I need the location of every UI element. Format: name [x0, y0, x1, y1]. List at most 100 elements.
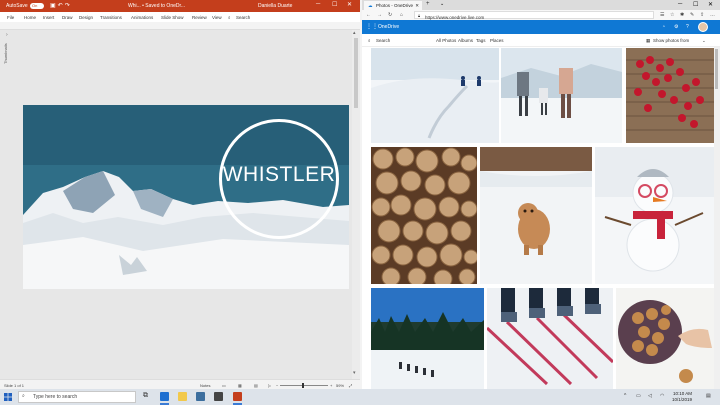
tab-close-icon[interactable]: ✕ [415, 1, 419, 10]
home-icon[interactable]: ⌂ [400, 12, 403, 18]
zoom-out-icon[interactable]: − [276, 383, 278, 388]
user-name[interactable]: Daniella Duarte [258, 3, 292, 9]
new-tab-icon[interactable]: + [426, 1, 430, 7]
help-icon[interactable]: ? [686, 24, 689, 30]
filter-all-photos[interactable]: All Photos [436, 38, 456, 43]
settings-gear-icon[interactable]: ⚙ [674, 24, 678, 30]
tab-animations[interactable]: Animations [131, 15, 153, 20]
minimize-icon[interactable]: ─ [316, 1, 320, 7]
file-explorer-icon[interactable] [178, 392, 187, 401]
photo-skis-and-boots[interactable] [487, 288, 613, 389]
tab-insert[interactable]: Insert [43, 15, 54, 20]
thumbnail-pane[interactable] [2, 36, 16, 376]
mail-icon[interactable] [196, 392, 205, 401]
slide-title[interactable]: WHISTLER [219, 163, 339, 187]
save-icon[interactable]: ▣ [50, 3, 58, 9]
edge-vertical-scrollbar[interactable] [714, 47, 720, 389]
back-icon[interactable]: ← [366, 12, 371, 18]
minimize-icon[interactable]: ─ [678, 1, 682, 7]
tab-design[interactable]: Design [79, 15, 93, 20]
zoom-in-icon[interactable]: + [330, 383, 332, 388]
photo-log-pile[interactable] [371, 147, 477, 284]
chevron-down-icon[interactable]: ⌄ [702, 38, 706, 44]
close-icon[interactable]: ✕ [708, 1, 713, 8]
normal-view-icon[interactable]: ▭ [222, 383, 226, 388]
photo-snow-trail[interactable] [371, 48, 499, 143]
slideshow-icon[interactable]: ▷ [268, 383, 271, 388]
pen-icon[interactable]: ✎ [690, 12, 694, 18]
close-icon[interactable]: ✕ [347, 1, 352, 8]
quick-access-toolbar[interactable]: ▣↶↷ [50, 2, 72, 9]
reading-view-icon[interactable]: ☰ [660, 12, 664, 18]
chevron-right-icon[interactable]: › [6, 32, 8, 38]
search-icon[interactable]: ⌕ [228, 15, 231, 20]
ribbon-search[interactable]: Search [236, 15, 250, 20]
filter-tags[interactable]: Tags [476, 38, 486, 43]
powerpoint-app-icon[interactable] [233, 392, 242, 401]
filter-places[interactable]: Places [490, 38, 504, 43]
share-icon[interactable]: ⇪ [700, 12, 704, 18]
maximize-icon[interactable]: ☐ [332, 1, 337, 8]
windows-start-icon[interactable] [4, 393, 12, 401]
app-launcher-icon[interactable]: ⋮⋮ [366, 23, 378, 30]
photo-snowman[interactable] [595, 147, 714, 284]
zoom-slider-knob[interactable] [302, 383, 304, 388]
notes-button[interactable]: Notes [200, 383, 210, 388]
ppt-vertical-scrollbar[interactable]: ▴ ▾ [352, 30, 360, 379]
task-view-icon[interactable]: ⧉ [143, 392, 148, 400]
action-center-icon[interactable]: ▤ [706, 393, 711, 399]
slide-sorter-icon[interactable]: ▦ [238, 383, 242, 388]
maximize-icon[interactable]: ☐ [693, 1, 698, 8]
favorites-hub-icon[interactable]: ✱ [680, 12, 684, 18]
zoom-level[interactable]: 59% [336, 383, 344, 388]
store-icon[interactable] [214, 392, 223, 401]
wifi-icon[interactable]: ◠ [660, 393, 664, 399]
undo-icon[interactable]: ↶ [58, 3, 65, 9]
photo-snowshoe-hikers[interactable] [371, 288, 484, 389]
fit-slide-icon[interactable]: ⤢ [349, 383, 352, 388]
tab-list-icon[interactable]: ⌄ [440, 1, 444, 7]
tab-file[interactable]: File [7, 15, 14, 20]
edge-browser-icon[interactable] [160, 392, 169, 401]
onedrive-search[interactable]: Search [376, 38, 390, 43]
refresh-icon[interactable]: ↻ [388, 12, 392, 18]
onedrive-brand[interactable]: OneDrive [378, 24, 399, 30]
scroll-up-icon[interactable]: ▴ [353, 30, 356, 36]
tab-transitions[interactable]: Transitions [100, 15, 122, 20]
forward-icon[interactable]: → [377, 12, 382, 18]
scroll-thumb[interactable] [715, 49, 718, 89]
photo-dog-in-snow[interactable] [480, 147, 592, 284]
ribbon-tabs: File Home Insert Draw Design Transitions… [0, 12, 360, 22]
slide-canvas[interactable]: WHISTLER [23, 105, 349, 289]
tab-home[interactable]: Home [24, 15, 36, 20]
search-icon[interactable]: ⌕ [368, 38, 371, 43]
show-photos-from-dropdown[interactable]: Show photos from [653, 38, 689, 43]
filter-albums[interactable]: Albums [458, 38, 473, 43]
tab-title: Photos - OneDrive [376, 3, 414, 8]
tab-view[interactable]: View [212, 15, 222, 20]
photo-red-berries[interactable] [626, 48, 714, 143]
avatar[interactable] [698, 22, 708, 32]
volume-icon[interactable]: ◁ [648, 393, 652, 399]
taskbar-search-box[interactable]: Type here to search [18, 391, 136, 403]
notifications-icon[interactable]: ◔ [662, 24, 665, 30]
photo-family-walk[interactable] [501, 48, 622, 143]
address-bar[interactable]: 🔒︎ https://www.onedrive.live.com [414, 11, 654, 20]
scroll-thumb[interactable] [354, 38, 358, 108]
scroll-down-icon[interactable]: ▾ [353, 370, 356, 376]
zoom-slider[interactable] [280, 385, 328, 386]
favorite-star-icon[interactable]: ☆ [670, 12, 674, 18]
tab-onedrive-photos[interactable]: ☁ Photos - OneDrive ✕ [364, 1, 422, 10]
photo-cookies[interactable] [616, 288, 714, 389]
tab-draw[interactable]: Draw [62, 15, 73, 20]
more-options-icon[interactable]: … [710, 12, 715, 18]
tab-review[interactable]: Review [192, 15, 207, 20]
system-clock[interactable]: 10:10 AM 10/1/2019 [672, 391, 692, 403]
tray-chevron-icon[interactable]: ^ [624, 393, 626, 399]
redo-icon[interactable]: ↷ [65, 3, 72, 9]
network-icon[interactable]: ▭ [636, 393, 641, 399]
taskbar-search-placeholder: Type here to search [33, 394, 78, 400]
tab-slide-show[interactable]: Slide Show [161, 15, 184, 20]
reading-view-icon[interactable]: ▤ [254, 383, 258, 388]
autosave-toggle[interactable]: On [30, 3, 44, 9]
